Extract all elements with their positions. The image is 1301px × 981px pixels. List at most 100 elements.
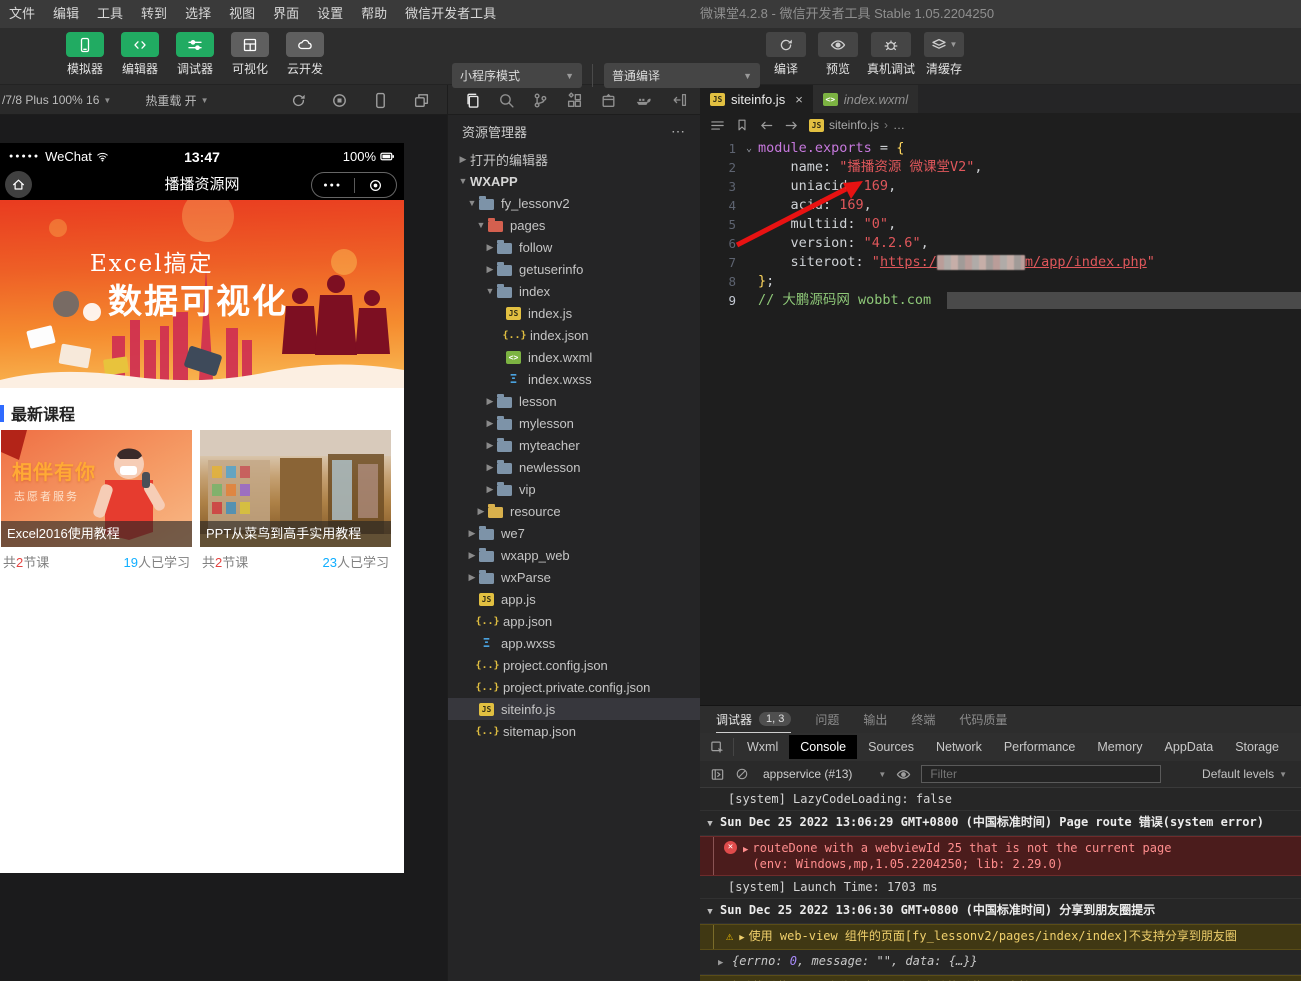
eye-icon[interactable] — [896, 767, 911, 782]
tree-item-index.json[interactable]: {..}index.json — [448, 324, 700, 346]
mode-button[interactable]: 调试器 — [172, 32, 218, 77]
phone-outline-button[interactable] — [372, 92, 389, 109]
log-levels-select[interactable]: Default levels ▼ — [1202, 767, 1287, 781]
group-expander-icon[interactable]: ▼ — [700, 814, 720, 832]
chevron-right-icon[interactable]: ▶ — [483, 462, 497, 473]
action-button[interactable]: 预览 — [815, 32, 861, 77]
tree-item-myteacher[interactable]: ▶myteacher — [448, 434, 700, 456]
chevron-right-icon[interactable]: ▶ — [456, 154, 470, 165]
windows-button[interactable] — [413, 92, 430, 109]
editor-tab[interactable]: JSsiteinfo.js× — [700, 85, 813, 113]
files-button[interactable] — [464, 92, 481, 109]
devtools-tab-s[interactable]: S — [1290, 735, 1301, 759]
chevron-right-icon[interactable]: ▶ — [465, 550, 479, 561]
compile-select[interactable]: 普通编译 ▼ — [604, 63, 760, 88]
tree-item-app.json[interactable]: {..}app.json — [448, 610, 700, 632]
debugger-tab[interactable]: 输出 — [863, 706, 887, 733]
chevron-down-icon[interactable]: ▼ — [474, 220, 488, 230]
tree-item-newlesson[interactable]: ▶newlesson — [448, 456, 700, 478]
mode-button[interactable]: 云开发 — [282, 32, 328, 77]
devtools-tab-memory[interactable]: Memory — [1086, 735, 1153, 759]
chevron-right-icon[interactable]: ▶ — [465, 528, 479, 539]
sidebar-toggle-icon[interactable] — [710, 767, 725, 782]
tree-item-we7[interactable]: ▶we7 — [448, 522, 700, 544]
expander-icon[interactable]: ▶ — [739, 928, 748, 946]
tree-item-sitemap.json[interactable]: {..}sitemap.json — [448, 720, 700, 742]
chevron-right-icon[interactable]: ▶ — [474, 506, 488, 517]
record-button[interactable] — [331, 92, 348, 109]
menu-item[interactable]: 工具 — [88, 0, 132, 28]
devtools-tab-console[interactable]: Console — [789, 735, 857, 759]
menu-item[interactable]: 微信开发者工具 — [396, 0, 505, 28]
bookmark-icon[interactable] — [735, 118, 749, 132]
tree-item-follow[interactable]: ▶follow — [448, 236, 700, 258]
more-button[interactable]: ●●● — [312, 182, 354, 189]
inspect-element-button[interactable] — [700, 738, 734, 756]
course-card[interactable]: 相伴有你 志愿者服务 Excel2016使用教程 — [1, 430, 192, 547]
debugger-tab[interactable]: 调试器1, 3 — [716, 706, 791, 733]
git-branch-button[interactable] — [532, 92, 549, 109]
menu-item[interactable]: 视图 — [220, 0, 264, 28]
collapse-sidebar-button[interactable] — [672, 92, 688, 108]
clear-console-icon[interactable] — [735, 767, 749, 781]
devtools-tab-sources[interactable]: Sources — [857, 735, 925, 759]
search-button[interactable] — [498, 92, 515, 109]
console-filter-input[interactable] — [921, 765, 1161, 783]
tree-item-index.js[interactable]: JSindex.js — [448, 302, 700, 324]
menu-item[interactable]: 设置 — [308, 0, 352, 28]
menu-item[interactable]: 帮助 — [352, 0, 396, 28]
fold-chevron-icon[interactable]: ⌄ — [740, 139, 758, 158]
action-button[interactable]: 编译 — [763, 32, 809, 77]
tree-item-index.wxml[interactable]: <>index.wxml — [448, 346, 700, 368]
mode-button[interactable]: 模拟器 — [62, 32, 108, 77]
menu-item[interactable]: 编辑 — [44, 0, 88, 28]
expander-icon[interactable]: ▶ — [718, 953, 732, 971]
chevron-right-icon[interactable]: ▶ — [483, 418, 497, 429]
tree-item-siteinfo.js[interactable]: JSsiteinfo.js — [448, 698, 700, 720]
chevron-right-icon[interactable]: ▶ — [465, 572, 479, 583]
tree-item-index.wxss[interactable]: Ξindex.wxss — [448, 368, 700, 390]
docker-button[interactable] — [634, 92, 651, 109]
context-select[interactable]: appservice (#13) ▼ — [763, 767, 886, 781]
tree-item-project.config.json[interactable]: {..}project.config.json — [448, 654, 700, 676]
tree-item-app.wxss[interactable]: Ξapp.wxss — [448, 632, 700, 654]
tree-item-project.private.config.json[interactable]: {..}project.private.config.json — [448, 676, 700, 698]
tree-item-getuserinfo[interactable]: ▶getuserinfo — [448, 258, 700, 280]
tree-item-resource[interactable]: ▶resource — [448, 500, 700, 522]
debugger-tab[interactable]: 终端 — [911, 706, 935, 733]
menu-item[interactable]: 选择 — [176, 0, 220, 28]
menu-item[interactable]: 界面 — [264, 0, 308, 28]
chevron-right-icon[interactable]: ▶ — [483, 242, 497, 253]
chevron-right-icon[interactable]: ▶ — [483, 264, 497, 275]
list-icon[interactable] — [710, 118, 725, 133]
tree-item-fylessonv2[interactable]: ▼fy_lessonv2 — [448, 192, 700, 214]
package-button[interactable] — [600, 92, 617, 109]
chevron-right-icon[interactable]: ▶ — [483, 440, 497, 451]
exit-target-button[interactable] — [355, 178, 397, 193]
mode-select[interactable]: 小程序模式 ▼ — [452, 63, 582, 88]
banner-carousel[interactable]: Excel搞定 数据可视化 — [0, 200, 404, 388]
tree-item-[interactable]: ▶打开的编辑器 — [448, 148, 700, 170]
tree-item-app.js[interactable]: JSapp.js — [448, 588, 700, 610]
debugger-tab[interactable]: 代码质量 — [959, 706, 1007, 733]
chevron-down-icon[interactable]: ▼ — [465, 198, 479, 208]
tree-item-WXAPP[interactable]: ▼WXAPP — [448, 170, 700, 192]
group-expander-icon[interactable]: ▼ — [700, 902, 720, 920]
expander-icon[interactable]: ▶ — [743, 840, 752, 858]
mode-button[interactable]: 编辑器 — [117, 32, 163, 77]
debugger-tab[interactable]: 问题 — [815, 706, 839, 733]
tree-item-mylesson[interactable]: ▶mylesson — [448, 412, 700, 434]
tree-item-pages[interactable]: ▼pages — [448, 214, 700, 236]
devtools-tab-storage[interactable]: Storage — [1224, 735, 1290, 759]
forward-icon[interactable] — [784, 118, 799, 133]
back-icon[interactable] — [759, 118, 774, 133]
refresh-button[interactable] — [290, 92, 307, 109]
more-actions-icon[interactable]: ⋯ — [671, 123, 686, 140]
tree-item-index[interactable]: ▼index — [448, 280, 700, 302]
menu-item[interactable]: 文件 — [0, 0, 44, 28]
chevron-down-icon[interactable]: ▼ — [483, 286, 497, 296]
code-editor[interactable]: 1⌄module.exports = {2 name: "播播资源 微课堂V2"… — [700, 137, 1301, 705]
device-select[interactable]: /7/8 Plus 100% 16 ▼ — [0, 93, 111, 107]
course-card[interactable]: PPT从菜鸟到高手实用教程 — [200, 430, 391, 547]
devtools-tab-appdata[interactable]: AppData — [1154, 735, 1225, 759]
